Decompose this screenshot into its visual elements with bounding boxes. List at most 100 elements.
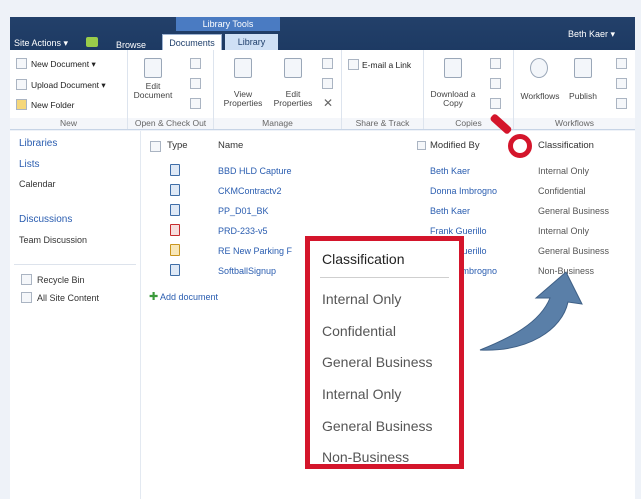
manage-copies-icon[interactable]: [490, 78, 501, 89]
new-document-button[interactable]: New Document ▾: [31, 59, 96, 70]
column-header-modified-by[interactable]: Modified By: [430, 140, 480, 151]
table-row-classification: Confidential: [538, 186, 586, 196]
column-header-type[interactable]: Type: [167, 140, 188, 151]
send-to-icon[interactable]: [490, 58, 501, 69]
nav-calendar[interactable]: Calendar: [19, 179, 56, 189]
approve-icon[interactable]: [616, 78, 627, 89]
pdf-icon: [170, 224, 180, 236]
edit-document-icon: [144, 58, 162, 78]
select-all-checkbox[interactable]: [150, 141, 161, 152]
tab-library[interactable]: Library: [225, 34, 278, 50]
group-copies: Download a Copy Copies: [424, 50, 514, 129]
table-row-classification: Internal Only: [538, 226, 590, 236]
site-actions-menu[interactable]: Site Actions ▾: [14, 38, 68, 49]
navigate-up-icon[interactable]: [86, 37, 98, 47]
tab-documents[interactable]: Documents: [162, 34, 222, 50]
version-history-icon[interactable]: [322, 58, 333, 69]
edit-document-button[interactable]: Edit Document: [132, 82, 174, 100]
group-label-share: Share & Track: [342, 118, 423, 129]
check-in-icon[interactable]: [190, 78, 201, 89]
nav-team-discussion[interactable]: Team Discussion: [19, 235, 87, 245]
all-site-content-icon: [21, 292, 32, 303]
group-label-open: Open & Check Out: [128, 118, 213, 129]
table-row-name[interactable]: BBD HLD Capture: [218, 166, 292, 176]
pointer-arrow-icon: [479, 271, 583, 351]
ribbon: New Document ▾ Upload Document ▾ New Fol…: [10, 50, 635, 130]
workflows-icon: [530, 58, 548, 78]
new-folder-button[interactable]: New Folder: [31, 100, 74, 110]
upload-document-button[interactable]: Upload Document ▾: [31, 80, 106, 91]
edit-properties-button[interactable]: Edit Properties: [270, 90, 316, 108]
callout-item: General Business: [322, 354, 433, 370]
nav-divider: [14, 264, 136, 265]
table-row-name[interactable]: PP_D01_BK: [218, 206, 269, 216]
unpublish-icon[interactable]: [616, 58, 627, 69]
view-properties-icon: [234, 58, 252, 78]
email-icon: [348, 59, 359, 70]
word-document-icon: [170, 184, 180, 196]
user-menu[interactable]: Beth Kaer ▾: [568, 29, 615, 40]
go-to-source-icon[interactable]: [490, 98, 501, 109]
delete-icon[interactable]: ✕: [323, 96, 333, 110]
column-header-name[interactable]: Name: [218, 140, 243, 151]
group-open: Edit Document Open & Check Out: [128, 50, 214, 129]
table-row-name[interactable]: RE New Parking F: [218, 246, 292, 256]
document-icon: [170, 164, 180, 176]
table-row-modified[interactable]: Beth Kaer: [430, 206, 470, 216]
discard-icon[interactable]: [190, 98, 201, 109]
modified-filter-icon[interactable]: [417, 141, 426, 150]
view-properties-button[interactable]: View Properties: [220, 90, 266, 108]
group-new: New Document ▾ Upload Document ▾ New Fol…: [10, 50, 128, 129]
download-copy-button[interactable]: Download a Copy: [428, 90, 478, 108]
upload-icon: [16, 79, 27, 90]
nav-discussions[interactable]: Discussions: [19, 214, 72, 225]
callout-item: General Business: [322, 418, 433, 434]
table-row-modified[interactable]: Frank Guerillo: [430, 226, 487, 236]
add-icon[interactable]: ✚: [149, 290, 158, 303]
word-document-icon: [170, 264, 180, 276]
table-row-classification: General Business: [538, 246, 610, 256]
highlight-circle-icon: [508, 134, 532, 158]
nav-all-site-content[interactable]: All Site Content: [37, 293, 99, 303]
word-document-icon: [170, 204, 180, 216]
table-row-name[interactable]: CKMContractv2: [218, 186, 282, 196]
library-tools-label: Library Tools: [176, 17, 280, 31]
group-label-workflows: Workflows: [514, 118, 635, 129]
top-bar: [10, 17, 635, 50]
cancel-approval-icon[interactable]: [616, 98, 627, 109]
callout-item: Non-Business: [322, 449, 410, 465]
edit-properties-icon: [284, 58, 302, 78]
email-link-button[interactable]: E-mail a Link: [362, 60, 411, 70]
callout-title: Classification: [322, 251, 405, 267]
table-row-modified[interactable]: Donna Imbrogno: [430, 186, 497, 196]
table-row-name[interactable]: SoftballSignup: [218, 266, 276, 276]
tab-browse[interactable]: Browse: [116, 40, 146, 50]
email-message-icon: [170, 244, 180, 256]
publish-icon: [574, 58, 592, 78]
publish-button[interactable]: Publish: [564, 92, 602, 101]
check-out-icon[interactable]: [190, 58, 201, 69]
table-row-modified[interactable]: Beth Kaer: [430, 166, 470, 176]
callout-item: Confidential: [322, 323, 396, 339]
table-row-classification: General Business: [538, 206, 610, 216]
callout-divider: [320, 277, 449, 278]
table-row-name[interactable]: PRD-233-v5: [218, 226, 268, 236]
table-row-classification: Internal Only: [538, 166, 590, 176]
folder-icon: [16, 99, 27, 110]
callout-item: Internal Only: [322, 386, 402, 402]
group-label-new: New: [10, 118, 127, 129]
nav-libraries[interactable]: Libraries: [19, 138, 57, 149]
group-label-manage: Manage: [214, 118, 341, 129]
recycle-bin-icon: [21, 274, 32, 285]
permissions-icon[interactable]: [322, 78, 333, 89]
callout-item: Internal Only: [322, 291, 402, 307]
column-header-classification[interactable]: Classification: [538, 140, 594, 151]
add-document-link[interactable]: Add document: [160, 292, 218, 302]
group-manage: View Properties Edit Properties ✕ Manage: [214, 50, 342, 129]
group-workflows: Workflows Publish Workflows: [514, 50, 635, 129]
new-document-icon: [16, 58, 27, 69]
classification-callout: Classification Internal Only Confidentia…: [305, 236, 464, 469]
workflows-button[interactable]: Workflows: [516, 92, 564, 101]
nav-recycle-bin[interactable]: Recycle Bin: [37, 275, 85, 285]
nav-lists[interactable]: Lists: [19, 159, 40, 170]
